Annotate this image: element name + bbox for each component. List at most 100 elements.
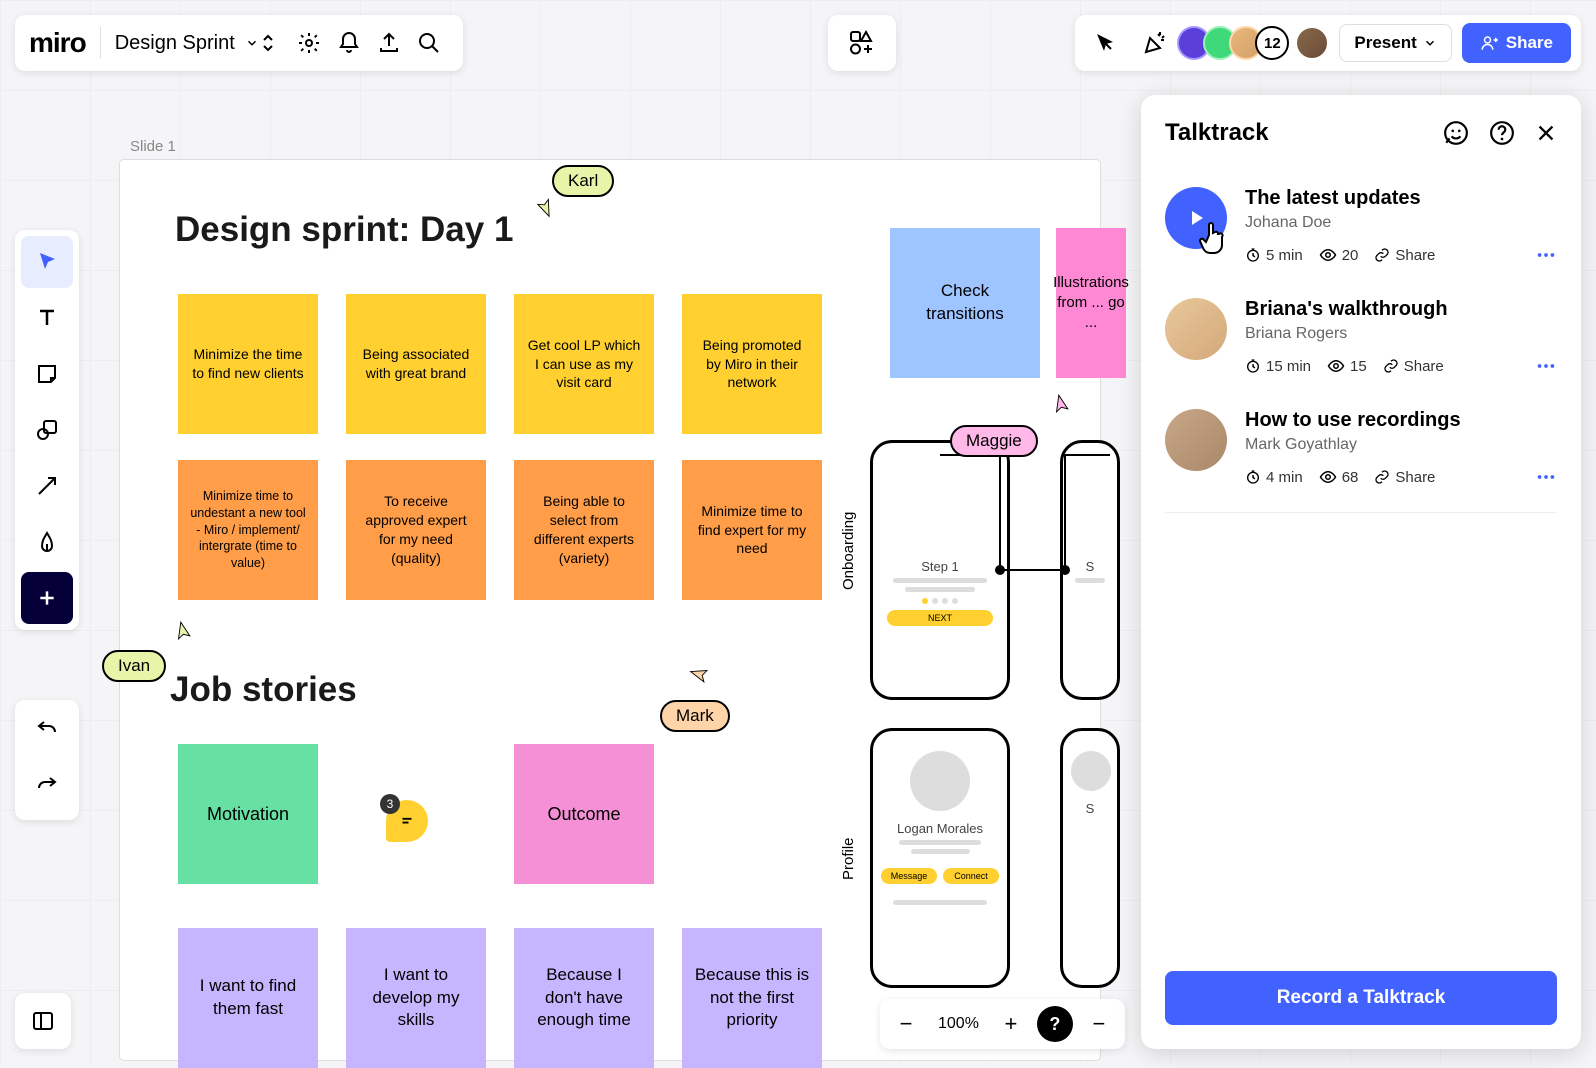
track-more-button[interactable] (1535, 355, 1557, 377)
topbar: miro Design Sprint (15, 15, 463, 71)
help-button[interactable]: ? (1037, 1006, 1073, 1042)
talktrack-panel: Talktrack The latest updates Johana Doe … (1141, 95, 1581, 1049)
board-name-dropdown[interactable]: Design Sprint (101, 32, 289, 55)
record-talktrack-button[interactable]: Record a Talktrack (1165, 971, 1557, 1025)
sticky-note[interactable]: Being associated with great brand (346, 294, 486, 434)
sticky-note[interactable]: Get cool LP which I can use as my visit … (514, 294, 654, 434)
pen-tool[interactable] (21, 516, 73, 568)
talktrack-item[interactable]: Briana's walkthrough Briana Rogers 15 mi… (1165, 282, 1557, 393)
redo-button[interactable] (21, 762, 73, 814)
select-tool[interactable] (21, 236, 73, 288)
collab-cursor-mark: Mark (660, 700, 730, 732)
track-share[interactable]: Share (1374, 469, 1435, 486)
sticky-note[interactable]: Motivation (178, 744, 318, 884)
eye-icon (1327, 357, 1345, 375)
link-icon (1374, 469, 1390, 485)
person-plus-icon (1480, 34, 1498, 52)
sticky-note[interactable]: Because I don't have enough time (514, 928, 654, 1068)
text-tool[interactable] (21, 292, 73, 344)
share-button[interactable]: Share (1462, 23, 1571, 63)
sticky-note[interactable]: Illustrations from ... go ... (1056, 228, 1126, 378)
zoom-menu-button[interactable]: − (1081, 1006, 1117, 1042)
avatar (1165, 298, 1227, 360)
zoom-level[interactable]: 100% (932, 1015, 985, 1033)
track-title: Briana's walkthrough (1245, 298, 1557, 321)
sticky-note[interactable]: Because this is not the first priority (682, 928, 822, 1068)
comment-pin[interactable]: 3 (386, 800, 428, 842)
track-share[interactable]: Share (1374, 247, 1435, 264)
settings-button[interactable] (289, 23, 329, 63)
plus-icon (37, 588, 57, 608)
arrow-tool[interactable] (21, 460, 73, 512)
more-icon (1535, 244, 1557, 266)
chevron-down-icon (1423, 36, 1437, 50)
wireframe-section-label: Onboarding (840, 512, 857, 590)
sticky-note[interactable]: Outcome (514, 744, 654, 884)
more-icon (1535, 355, 1557, 377)
track-more-button[interactable] (1535, 244, 1557, 266)
slide-label[interactable]: Slide 1 (130, 138, 176, 155)
gear-icon (297, 31, 321, 55)
sticky-note[interactable]: Being promoted by Miro in their network (682, 294, 822, 434)
export-button[interactable] (369, 23, 409, 63)
shape-icon (35, 418, 59, 442)
reactions-button[interactable] (1135, 23, 1175, 63)
collab-cursor-ivan: Ivan (102, 650, 166, 682)
sticky-note[interactable]: Check transitions (890, 228, 1040, 378)
comment-icon (398, 812, 416, 830)
avatar-overflow-count[interactable]: 12 (1255, 26, 1289, 60)
collaborator-avatars[interactable]: 12 (1185, 26, 1329, 60)
timer-icon (1245, 469, 1261, 485)
talktrack-item[interactable]: How to use recordings Mark Goyathlay 4 m… (1165, 393, 1557, 513)
undo-redo-palette (15, 700, 79, 820)
slide-title[interactable]: Design sprint: Day 1 (175, 210, 513, 250)
chevron-down-icon (245, 36, 259, 50)
logo[interactable]: miro (29, 27, 101, 59)
play-button[interactable] (1165, 187, 1227, 249)
track-author: Briana Rogers (1245, 325, 1557, 343)
present-button[interactable]: Present (1339, 24, 1451, 62)
feedback-icon[interactable] (1443, 120, 1469, 146)
sticky-note[interactable]: Being able to select from different expe… (514, 460, 654, 600)
shape-tool[interactable] (21, 404, 73, 456)
help-icon[interactable] (1489, 120, 1515, 146)
shapes-plus-icon (849, 30, 875, 56)
track-more-button[interactable] (1535, 466, 1557, 488)
sticky-note[interactable]: To receive approved expert for my need (… (346, 460, 486, 600)
sticky-note[interactable]: I want to find them fast (178, 928, 318, 1068)
cursor-mode-button[interactable] (1085, 23, 1125, 63)
zoom-out-button[interactable]: − (888, 1006, 924, 1042)
wireframe-partial[interactable]: S (1060, 728, 1120, 988)
wireframe-section-label: Profile (840, 837, 857, 880)
tool-palette (15, 230, 79, 630)
section-title[interactable]: Job stories (170, 670, 357, 710)
more-tools[interactable] (21, 572, 73, 624)
track-title: The latest updates (1245, 187, 1557, 210)
eye-icon (1319, 246, 1337, 264)
notifications-button[interactable] (329, 23, 369, 63)
link-icon (1383, 358, 1399, 374)
track-duration: 4 min (1245, 469, 1303, 486)
wireframe-profile[interactable]: Logan Morales Message Connect (870, 728, 1010, 988)
track-share[interactable]: Share (1383, 358, 1444, 375)
avatar-self[interactable] (1295, 26, 1329, 60)
sticky-note[interactable]: Minimize time to find expert for my need (682, 460, 822, 600)
pointer-icon (35, 250, 59, 274)
sticky-note[interactable]: Minimize the time to find new clients (178, 294, 318, 434)
talktrack-item[interactable]: The latest updates Johana Doe 5 min 20 S… (1165, 171, 1557, 282)
zoom-in-button[interactable]: + (993, 1006, 1029, 1042)
sticky-icon (35, 362, 59, 386)
collab-cursor-maggie: Maggie (950, 425, 1038, 457)
sticky-note[interactable]: Minimize time to undestant a new tool - … (178, 460, 318, 600)
sticky-tool[interactable] (21, 348, 73, 400)
undo-button[interactable] (21, 706, 73, 758)
apps-button[interactable] (828, 15, 896, 71)
hand-cursor-icon (1195, 217, 1235, 257)
arrow-icon (35, 474, 59, 498)
updown-icon (261, 32, 275, 54)
sticky-note[interactable]: I want to develop my skills (346, 928, 486, 1068)
search-button[interactable] (409, 23, 449, 63)
close-icon[interactable] (1535, 122, 1557, 144)
cursor-icon (1093, 31, 1117, 55)
frames-panel-toggle[interactable] (15, 993, 71, 1049)
